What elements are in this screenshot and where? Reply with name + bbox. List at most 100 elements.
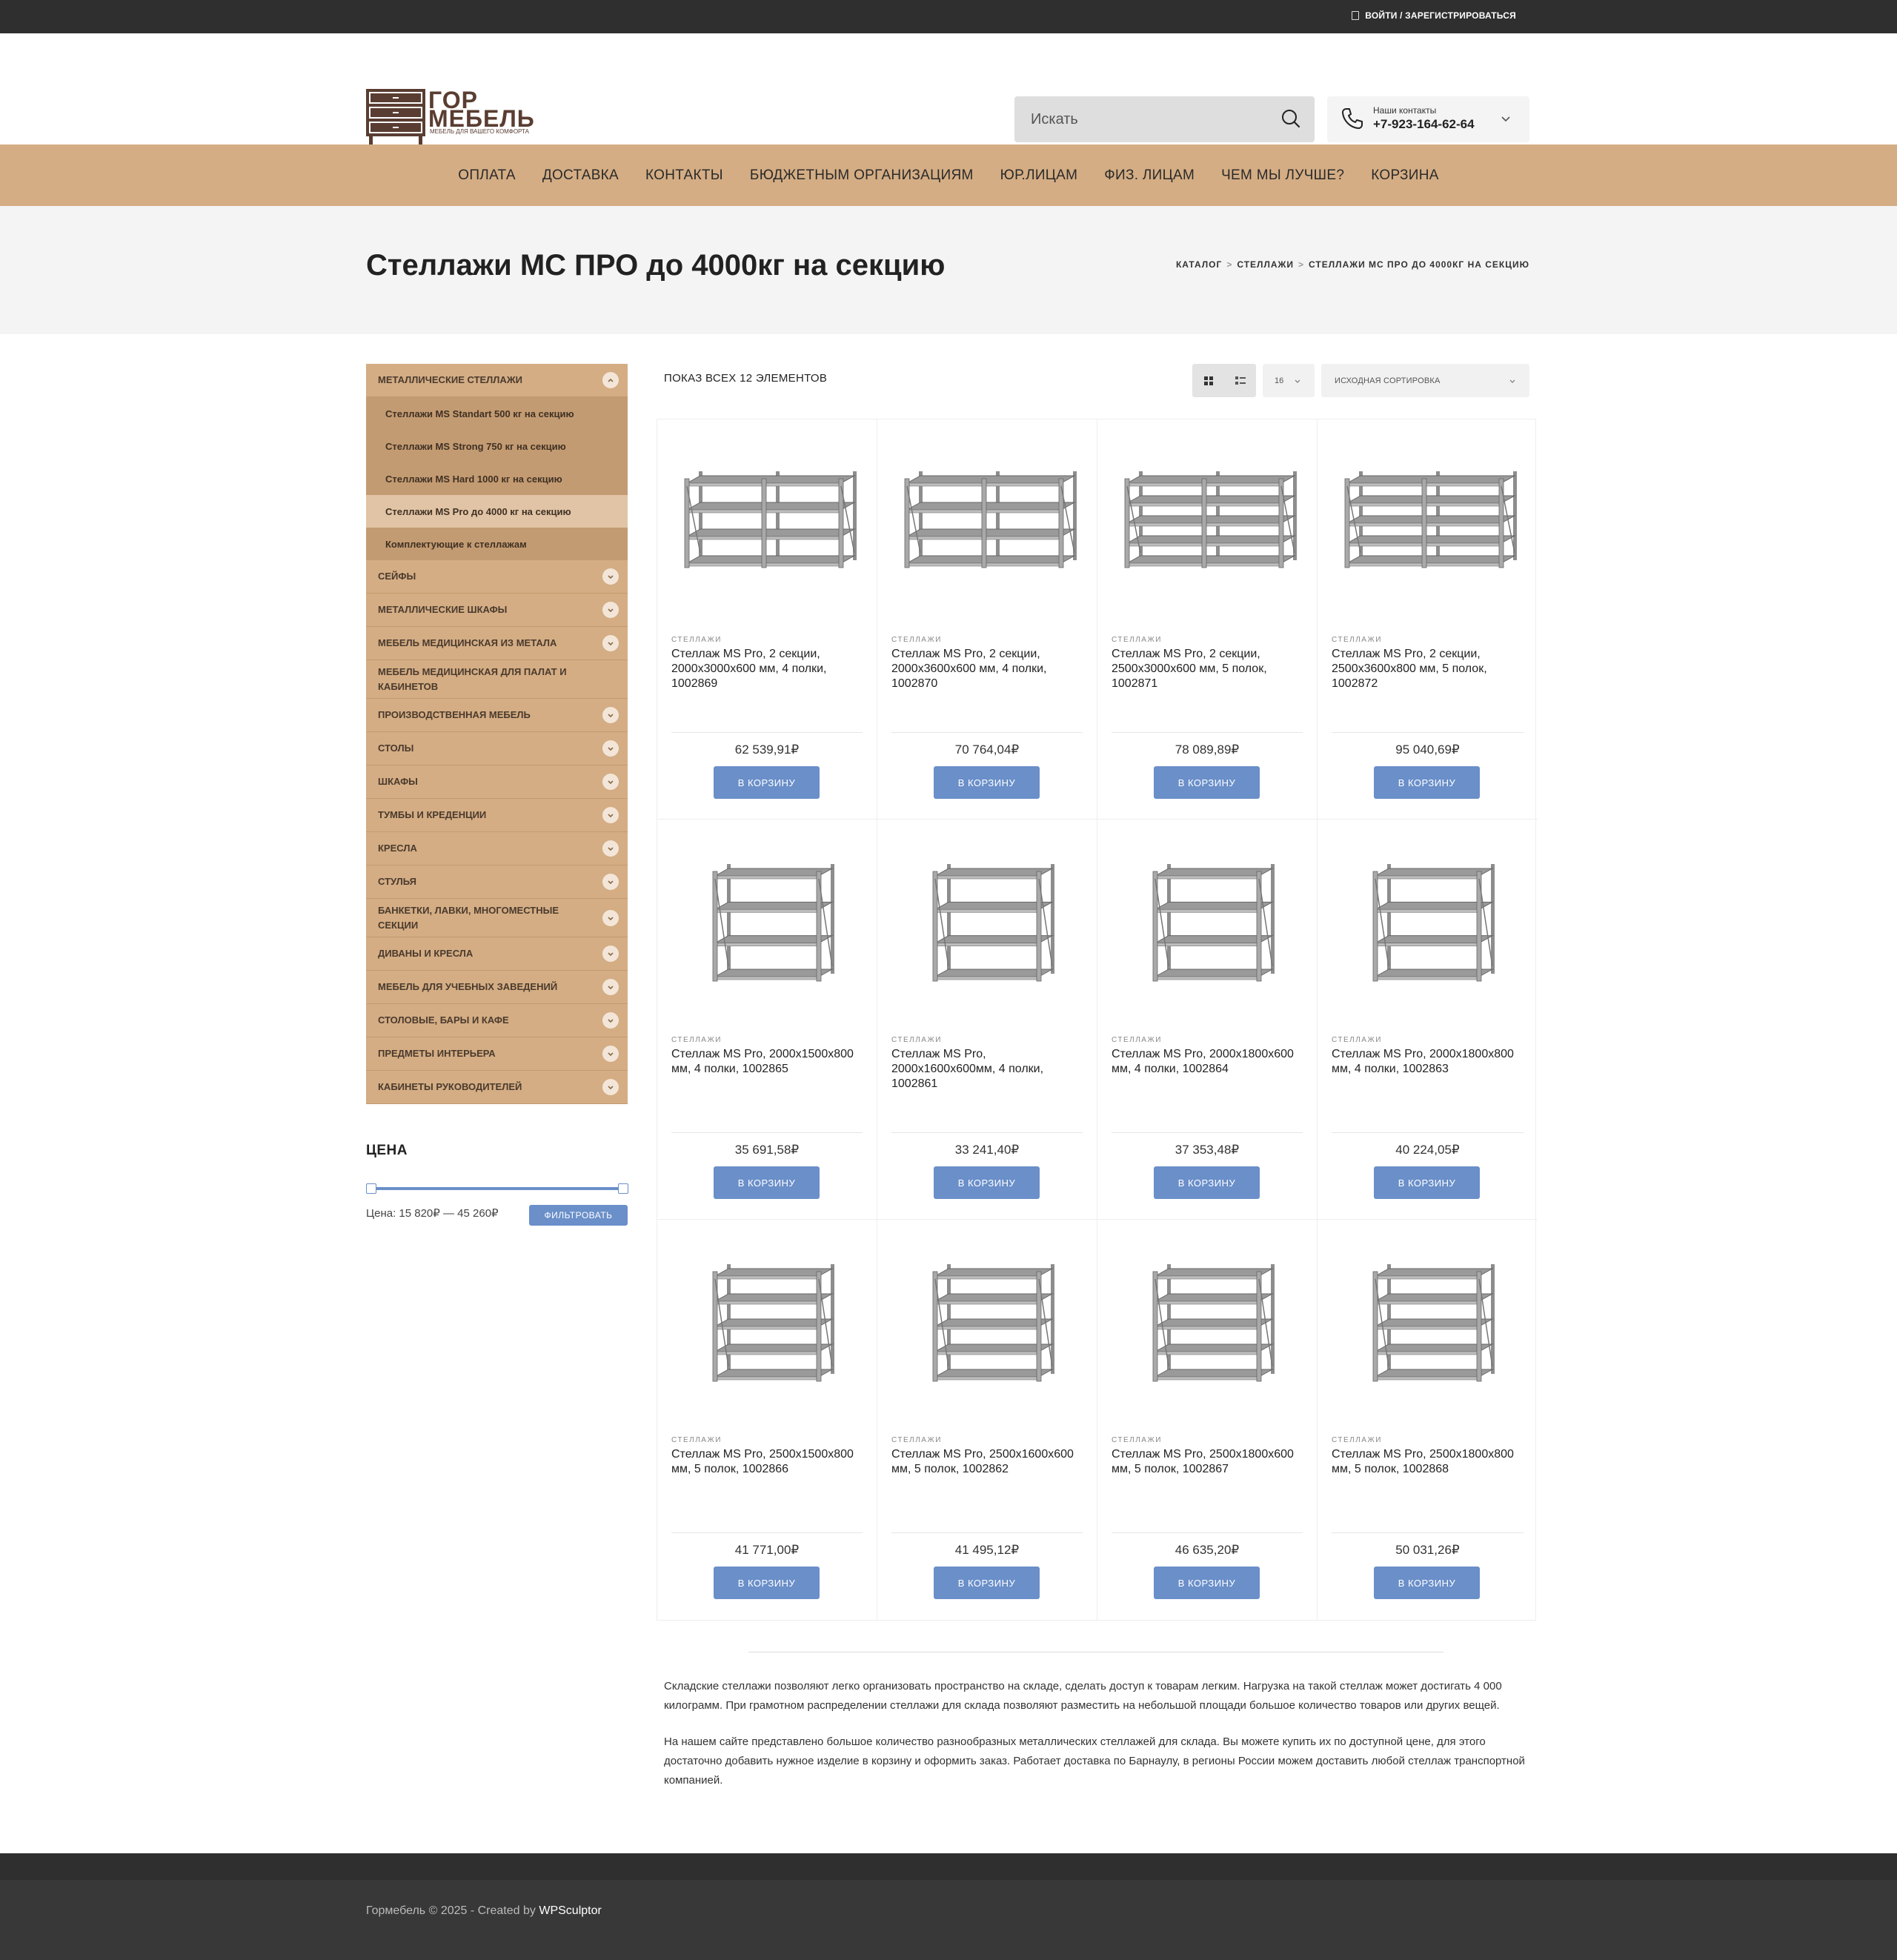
product-title[interactable]: Стеллаж MS Pro, 2 секции, 2000х3600х600 … — [891, 647, 1084, 691]
nav-item[interactable]: КОРЗИНА — [1358, 167, 1452, 184]
product-category[interactable]: СТЕЛЛАЖИ — [891, 1036, 942, 1044]
search-icon[interactable] — [1280, 108, 1301, 129]
product-image[interactable] — [892, 1257, 1083, 1390]
add-to-cart-button[interactable]: В КОРЗИНУ — [934, 1166, 1040, 1199]
price-slider[interactable] — [366, 1183, 628, 1194]
nav-item[interactable]: ЧЕМ МЫ ЛУЧШЕ? — [1208, 167, 1358, 184]
product-category[interactable]: СТЕЛЛАЖИ — [671, 636, 722, 644]
chevron-down-icon[interactable] — [602, 807, 619, 823]
product-image[interactable] — [1112, 1257, 1303, 1390]
product-category[interactable]: СТЕЛЛАЖИ — [1332, 636, 1382, 644]
product-category[interactable]: СТЕЛЛАЖИ — [1112, 1036, 1162, 1044]
contacts-dropdown[interactable]: Наши контакты +7-923-164-62-64 — [1327, 96, 1529, 142]
login-link[interactable]: ВОЙТИ / ЗАРЕГИСТРИРОВАТЬСЯ — [1352, 10, 1516, 21]
creator-link[interactable]: WPSculptor — [539, 1904, 601, 1917]
product-category[interactable]: СТЕЛЛАЖИ — [1332, 1436, 1382, 1444]
chevron-down-icon[interactable] — [602, 909, 619, 926]
breadcrumb-catalog[interactable]: КАТАЛОГ — [1176, 259, 1222, 270]
product-card[interactable]: СТЕЛЛАЖИ Стеллаж MS Pro, 2500х1800х600 мм… — [1097, 1220, 1318, 1620]
contacts-phone[interactable]: +7-923-164-62-64 — [1373, 117, 1475, 132]
chevron-down-icon[interactable] — [602, 1079, 619, 1095]
chevron-up-icon[interactable] — [602, 372, 619, 388]
product-card[interactable]: СТЕЛЛАЖИ Стеллаж MS Pro, 2000х1800х800 мм… — [1318, 820, 1538, 1220]
nav-item[interactable]: КОНТАКТЫ — [632, 167, 737, 184]
subcategory-item[interactable]: Стеллажи MS Standart 500 кг на секцию — [366, 397, 628, 430]
product-category[interactable]: СТЕЛЛАЖИ — [1112, 636, 1162, 644]
category-item[interactable]: КРЕСЛА — [366, 832, 628, 866]
nav-item[interactable]: ДОСТАВКА — [529, 167, 632, 184]
chevron-down-icon[interactable] — [602, 874, 619, 890]
category-item[interactable]: КАБИНЕТЫ РУКОВОДИТЕЛЕЙ — [366, 1071, 628, 1104]
category-item[interactable]: ТУМБЫ И КРЕДЕНЦИИ — [366, 799, 628, 832]
add-to-cart-button[interactable]: В КОРЗИНУ — [714, 1166, 820, 1199]
chevron-down-icon[interactable] — [602, 635, 619, 651]
subcategory-item[interactable]: Стеллажи MS Hard 1000 кг на секцию — [366, 462, 628, 495]
product-card[interactable]: СТЕЛЛАЖИ Стеллаж MS Pro, 2500х1800х800 мм… — [1318, 1220, 1538, 1620]
category-item[interactable]: МЕБЕЛЬ МЕДИЦИНСКАЯ ИЗ МЕТАЛА — [366, 627, 628, 660]
nav-item[interactable]: БЮДЖЕТНЫМ ОРГАНИЗАЦИЯМ — [737, 167, 987, 184]
add-to-cart-button[interactable]: В КОРЗИНУ — [1374, 766, 1480, 799]
breadcrumb-racks[interactable]: СТЕЛЛАЖИ — [1237, 259, 1294, 270]
search-input[interactable] — [1014, 96, 1315, 142]
category-item[interactable]: СТОЛЫ — [366, 732, 628, 765]
nav-item[interactable]: ФИЗ. ЛИЦАМ — [1091, 167, 1208, 184]
chevron-down-icon[interactable] — [602, 740, 619, 757]
product-image[interactable] — [1332, 456, 1523, 590]
product-title[interactable]: Стеллаж MS Pro, 2500х1800х800 мм, 5 поло… — [1332, 1447, 1524, 1477]
category-item[interactable]: СТОЛОВЫЕ, БАРЫ И КАФЕ — [366, 1004, 628, 1037]
subcategory-item[interactable]: Комплектующие к стеллажам — [366, 528, 628, 560]
product-image[interactable] — [1112, 456, 1303, 590]
product-category[interactable]: СТЕЛЛАЖИ — [671, 1436, 722, 1444]
subcategory-item[interactable]: Стеллажи MS Strong 750 кг на секцию — [366, 430, 628, 462]
nav-item[interactable]: ЮР.ЛИЦАМ — [987, 167, 1092, 184]
nav-item[interactable]: ОПЛАТА — [445, 167, 529, 184]
category-item[interactable]: ШКАФЫ — [366, 765, 628, 799]
product-card[interactable]: СТЕЛЛАЖИ Стеллаж MS Pro, 2 секции, 2500х3… — [1318, 419, 1538, 820]
grid-view-button[interactable] — [1192, 364, 1224, 397]
category-metal-racks[interactable]: МЕТАЛЛИЧЕСКИЕ СТЕЛЛАЖИ — [366, 364, 628, 397]
product-title[interactable]: Стеллаж MS Pro, 2500х1500х800 мм, 5 поло… — [671, 1447, 864, 1477]
chevron-down-icon[interactable] — [602, 774, 619, 790]
sort-select[interactable]: ИСХОДНАЯ СОРТИРОВКА — [1321, 364, 1529, 397]
product-image[interactable] — [672, 456, 863, 590]
product-image[interactable] — [672, 1257, 863, 1390]
product-title[interactable]: Стеллаж MS Pro, 2 секции, 2500х3000х600 … — [1112, 647, 1304, 691]
chevron-down-icon[interactable] — [602, 840, 619, 857]
category-item[interactable]: СТУЛЬЯ — [366, 866, 628, 899]
product-image[interactable] — [892, 456, 1083, 590]
price-slider-max-handle[interactable] — [618, 1183, 628, 1194]
add-to-cart-button[interactable]: В КОРЗИНУ — [934, 766, 1040, 799]
subcategory-item[interactable]: Стеллажи MS Pro до 4000 кг на секцию — [366, 495, 628, 528]
product-category[interactable]: СТЕЛЛАЖИ — [1332, 1036, 1382, 1044]
product-image[interactable] — [892, 857, 1083, 990]
product-card[interactable]: СТЕЛЛАЖИ Стеллаж MS Pro, 2000х1600х600мм,… — [877, 820, 1097, 1220]
add-to-cart-button[interactable]: В КОРЗИНУ — [1374, 1166, 1480, 1199]
product-card[interactable]: СТЕЛЛАЖИ Стеллаж MS Pro, 2 секции, 2000х3… — [657, 419, 877, 820]
product-card[interactable]: СТЕЛЛАЖИ Стеллаж MS Pro, 2000х1500х800 мм… — [657, 820, 877, 1220]
chevron-down-icon[interactable] — [602, 1046, 619, 1062]
product-image[interactable] — [672, 857, 863, 990]
per-page-select[interactable]: 16 — [1263, 364, 1315, 397]
category-item[interactable]: ПРЕДМЕТЫ ИНТЕРЬЕРА — [366, 1037, 628, 1071]
product-title[interactable]: Стеллаж MS Pro, 2500х1800х600 мм, 5 поло… — [1112, 1447, 1304, 1477]
category-item[interactable]: МЕБЕЛЬ ДЛЯ УЧЕБНЫХ ЗАВЕДЕНИЙ — [366, 971, 628, 1004]
list-view-button[interactable] — [1224, 364, 1256, 397]
filter-button[interactable]: ФИЛЬТРОВАТЬ — [529, 1205, 628, 1226]
product-category[interactable]: СТЕЛЛАЖИ — [891, 636, 942, 644]
add-to-cart-button[interactable]: В КОРЗИНУ — [714, 766, 820, 799]
site-logo[interactable]: ГОР МЕБЕЛЬ МЕБЕЛЬ ДЛЯ ВАШЕГО КОМФОРТА — [366, 56, 534, 146]
chevron-down-icon[interactable] — [602, 602, 619, 618]
category-item[interactable]: МЕТАЛЛИЧЕСКИЕ ШКАФЫ — [366, 594, 628, 627]
add-to-cart-button[interactable]: В КОРЗИНУ — [1154, 1567, 1260, 1599]
product-card[interactable]: СТЕЛЛАЖИ Стеллаж MS Pro, 2500х1600х600 мм… — [877, 1220, 1097, 1620]
category-item[interactable]: ПРОИЗВОДСТВЕННАЯ МЕБЕЛЬ — [366, 699, 628, 732]
add-to-cart-button[interactable]: В КОРЗИНУ — [934, 1567, 1040, 1599]
category-item[interactable]: ДИВАНЫ И КРЕСЛА — [366, 937, 628, 971]
product-category[interactable]: СТЕЛЛАЖИ — [671, 1036, 722, 1044]
product-title[interactable]: Стеллаж MS Pro, 2 секции, 2000х3000х600 … — [671, 647, 864, 691]
product-card[interactable]: СТЕЛЛАЖИ Стеллаж MS Pro, 2 секции, 2000х3… — [877, 419, 1097, 820]
product-category[interactable]: СТЕЛЛАЖИ — [891, 1436, 942, 1444]
product-category[interactable]: СТЕЛЛАЖИ — [1112, 1436, 1162, 1444]
add-to-cart-button[interactable]: В КОРЗИНУ — [714, 1567, 820, 1599]
category-item[interactable]: БАНКЕТКИ, ЛАВКИ, МНОГОМЕСТНЫЕ СЕКЦИИ — [366, 899, 628, 937]
